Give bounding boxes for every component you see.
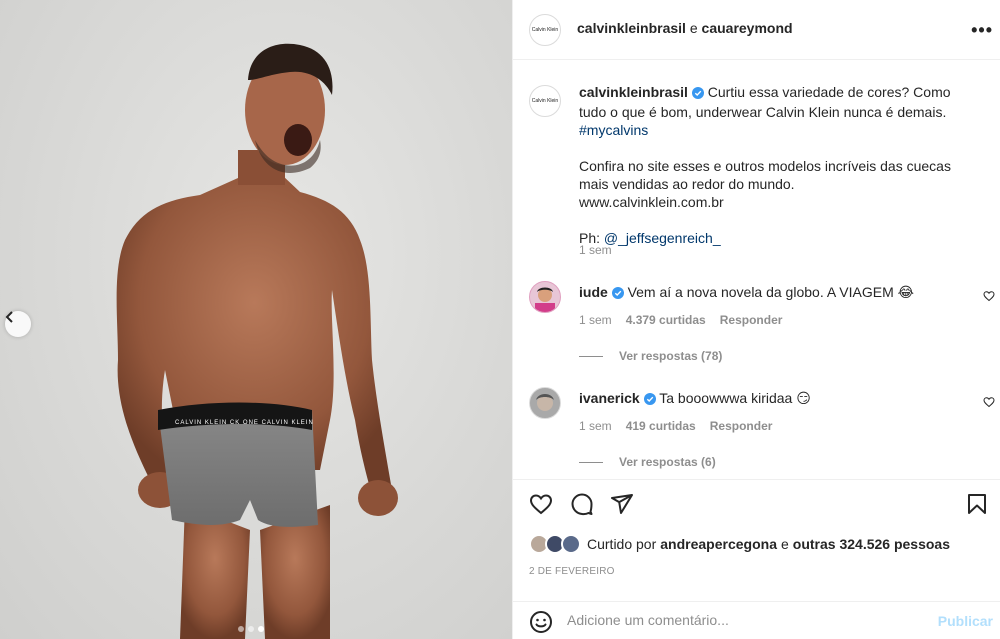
view-replies-button[interactable]: Ver respostas (6) <box>579 455 716 469</box>
post-photo[interactable]: CALVIN KLEIN CK ONE CALVIN KLEIN <box>0 0 512 639</box>
post-authors: calvinkleinbrasil e cauareymond <box>577 20 793 36</box>
comment-bubble-icon[interactable] <box>570 492 594 519</box>
comment-time[interactable]: 1 sem <box>579 419 612 433</box>
liked-by: Curtido por andreapercegona e outras 324… <box>529 534 950 554</box>
comment-item: iude Vem aí a nova novela da globo. A VI… <box>529 281 995 341</box>
likes-count[interactable]: outras 324.526 pessoas <box>793 536 950 552</box>
chevron-left-icon <box>5 311 13 323</box>
reply-button[interactable]: Responder <box>720 313 783 327</box>
like-comment-icon[interactable] <box>983 289 995 305</box>
verified-badge-icon <box>643 391 656 409</box>
account-avatar[interactable]: Calvin Klein <box>529 14 561 46</box>
caption-website: www.calvinklein.com.br <box>579 194 724 210</box>
liker-username[interactable]: andreapercegona <box>660 536 777 552</box>
liker-avatar <box>561 534 581 554</box>
view-replies-button[interactable]: Ver respostas (78) <box>579 349 722 363</box>
commenter-username[interactable]: ivanerick <box>579 390 640 406</box>
comment-meta: 1 sem 419 curtidas Responder <box>579 419 772 433</box>
publish-button[interactable]: Publicar <box>938 613 993 629</box>
view-replies-label: Ver respostas (78) <box>619 349 723 363</box>
bookmark-icon[interactable] <box>965 492 989 519</box>
verified-badge-icon <box>691 85 704 103</box>
reply-button[interactable]: Responder <box>710 419 773 433</box>
share-paper-plane-icon[interactable] <box>610 492 634 519</box>
commenter-username[interactable]: iude <box>579 284 608 300</box>
replies-divider <box>579 461 603 463</box>
add-comment-bar: Publicar <box>513 601 1000 639</box>
carousel-dot <box>248 626 254 632</box>
caption-avatar[interactable]: Calvin Klein <box>529 85 561 117</box>
comment-likes[interactable]: 4.379 curtidas <box>626 313 706 327</box>
carousel-dot-active <box>258 626 264 632</box>
photographer-mention[interactable]: @_jeffsegenreich_ <box>604 230 721 246</box>
caption-username[interactable]: calvinkleinbrasil <box>579 84 688 100</box>
liked-by-conj: e <box>780 536 789 552</box>
post-actions <box>513 479 1000 529</box>
comment-time[interactable]: 1 sem <box>579 313 612 327</box>
comment-body: Vem aí a nova novela da globo. A VIAGEM … <box>627 284 914 300</box>
liker-avatars[interactable] <box>529 534 583 554</box>
post-header: Calvin Klein calvinkleinbrasil e cauarey… <box>513 0 1000 60</box>
comment-likes[interactable]: 419 curtidas <box>626 419 696 433</box>
liked-by-prefix: Curtido por <box>587 536 657 552</box>
emoji-smile-icon[interactable] <box>529 610 553 637</box>
svg-text:CALVIN KLEIN CK ONE CALVIN: CALVIN KLEIN CK ONE CALVIN KLEIN <box>175 420 314 426</box>
post-side-panel: Calvin Klein calvinkleinbrasil e cauarey… <box>512 0 1000 639</box>
replies-divider <box>579 355 603 357</box>
model-photo-illustration: CALVIN KLEIN CK ONE CALVIN KLEIN <box>116 43 398 639</box>
coauthor-username[interactable]: cauareymond <box>702 20 793 36</box>
comment-body: Ta booowwwa kiridaa 😏 <box>659 390 811 406</box>
comment-meta: 1 sem 4.379 curtidas Responder <box>579 313 782 327</box>
carousel-prev-button[interactable] <box>5 311 31 337</box>
like-comment-icon[interactable] <box>983 395 995 411</box>
authors-conjunction: e <box>689 20 698 36</box>
carousel-dot <box>238 626 244 632</box>
comment-item: ivanerick Ta booowwwa kiridaa 😏 1 sem 41… <box>529 387 995 447</box>
comment-text: ivanerick Ta booowwwa kiridaa 😏 <box>579 389 949 409</box>
caption-hashtag[interactable]: #mycalvins <box>579 122 648 138</box>
commenter-avatar[interactable] <box>529 281 561 313</box>
caption-paragraph: Confira no site esses e outros modelos i… <box>579 158 951 192</box>
like-heart-icon[interactable] <box>529 492 553 519</box>
view-replies-label: Ver respostas (6) <box>619 455 716 469</box>
more-options-icon[interactable]: ••• <box>971 20 993 41</box>
comment-input[interactable] <box>567 608 927 632</box>
carousel-indicator <box>238 626 264 632</box>
account-username[interactable]: calvinkleinbrasil <box>577 20 686 36</box>
post-date[interactable]: 2 DE FEVEREIRO <box>529 566 615 577</box>
post-caption: calvinkleinbrasil Curtiu essa variedade … <box>579 83 979 265</box>
commenter-avatar[interactable] <box>529 387 561 419</box>
verified-badge-icon <box>611 285 624 303</box>
caption-timestamp[interactable]: 1 sem <box>579 243 612 257</box>
comment-text: iude Vem aí a nova novela da globo. A VI… <box>579 283 949 303</box>
